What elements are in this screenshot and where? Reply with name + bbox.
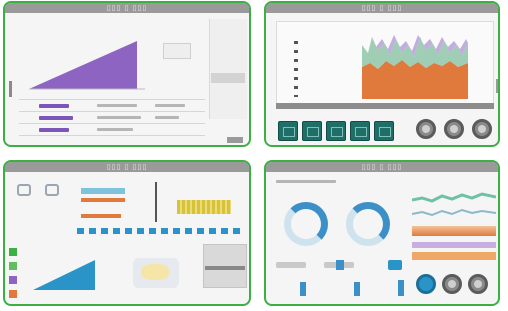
window-title: ▯▯▯ ▯ ▯▯▯ bbox=[361, 4, 403, 12]
grid-cell[interactable] bbox=[77, 228, 84, 234]
purple-band bbox=[412, 242, 496, 248]
knob-icon[interactable] bbox=[442, 274, 462, 294]
trend-line bbox=[412, 192, 496, 203]
header-strip bbox=[81, 188, 125, 194]
slider-thumb[interactable] bbox=[336, 260, 344, 270]
level-indicator bbox=[354, 282, 360, 296]
grid-cell[interactable] bbox=[221, 228, 228, 234]
grid-cell[interactable] bbox=[89, 228, 96, 234]
knob-icon[interactable] bbox=[416, 119, 436, 139]
screen-panel-top-left: ▯▯▯ ▯ ▯▯▯ bbox=[3, 1, 251, 147]
chart-scrollbar[interactable] bbox=[276, 103, 494, 109]
gauge-widget bbox=[346, 202, 390, 246]
row-text bbox=[97, 116, 141, 119]
table-row bbox=[19, 99, 205, 100]
right-sidebar bbox=[209, 19, 247, 119]
toggle-blue[interactable] bbox=[388, 260, 402, 270]
grid-cell[interactable] bbox=[185, 228, 192, 234]
yellow-bars bbox=[177, 200, 231, 214]
window-title: ▯▯▯ ▯ ▯▯▯ bbox=[106, 4, 148, 12]
row-text bbox=[97, 104, 137, 107]
table-row bbox=[19, 111, 205, 112]
status-chip-green[interactable] bbox=[9, 248, 17, 256]
status-chip-green[interactable] bbox=[9, 262, 17, 270]
grid-cell[interactable] bbox=[161, 228, 168, 234]
area-series bbox=[29, 41, 137, 89]
button-icon[interactable] bbox=[374, 121, 394, 141]
scroll-handle[interactable] bbox=[9, 81, 12, 97]
grid-cell[interactable] bbox=[209, 228, 216, 234]
knob-icon[interactable] bbox=[444, 119, 464, 139]
widget-icon[interactable] bbox=[45, 184, 59, 196]
grid-cell[interactable] bbox=[113, 228, 120, 234]
row-badge bbox=[39, 116, 73, 120]
map-shape bbox=[141, 264, 169, 280]
knob-icon[interactable] bbox=[472, 119, 492, 139]
button-icon[interactable] bbox=[326, 121, 346, 141]
grid-cell[interactable] bbox=[173, 228, 180, 234]
grid-cell[interactable] bbox=[125, 228, 132, 234]
right-edge-marker bbox=[496, 79, 498, 93]
y-axis-marks bbox=[294, 41, 298, 97]
orange-band bbox=[412, 252, 496, 260]
grid-cell[interactable] bbox=[233, 228, 240, 234]
corner-button[interactable] bbox=[227, 137, 243, 143]
vertical-divider bbox=[155, 182, 157, 222]
status-chip-purple[interactable] bbox=[9, 276, 17, 284]
header-text bbox=[276, 180, 336, 183]
stacked-area-chart bbox=[362, 35, 468, 99]
grid-cell[interactable] bbox=[137, 228, 144, 234]
screen-panel-bottom-right: ▯▯▯ ▯ ▯▯▯ bbox=[264, 160, 500, 306]
trend-line bbox=[412, 208, 496, 217]
side-panel-bar bbox=[205, 266, 245, 270]
slider-track[interactable] bbox=[276, 262, 306, 268]
sidebar-divider bbox=[211, 73, 245, 83]
knob-icon[interactable] bbox=[468, 274, 488, 294]
grid-cell[interactable] bbox=[101, 228, 108, 234]
button-icon[interactable] bbox=[278, 121, 298, 141]
blue-area-chart bbox=[33, 260, 95, 290]
header-strip bbox=[81, 198, 125, 202]
grid-cell[interactable] bbox=[197, 228, 204, 234]
purple-area-chart bbox=[29, 41, 145, 90]
status-chip-orange[interactable] bbox=[9, 290, 17, 298]
button-icon[interactable] bbox=[350, 121, 370, 141]
area-series bbox=[33, 260, 95, 290]
orange-line bbox=[81, 214, 121, 218]
window-title: ▯▯▯ ▯ ▯▯▯ bbox=[361, 163, 403, 171]
grid-cell[interactable] bbox=[149, 228, 156, 234]
row-badge bbox=[39, 128, 69, 132]
gear-icon[interactable] bbox=[416, 274, 436, 294]
screen-panel-top-right: ▯▯▯ ▯ ▯▯▯ bbox=[264, 1, 500, 147]
widget-icon[interactable] bbox=[17, 184, 31, 196]
button-icon[interactable] bbox=[302, 121, 322, 141]
window-title: ▯▯▯ ▯ ▯▯▯ bbox=[106, 163, 148, 171]
table-row bbox=[19, 135, 205, 136]
trend-chart bbox=[412, 208, 496, 217]
row-badge bbox=[39, 104, 69, 108]
row-text bbox=[155, 116, 179, 119]
row-text bbox=[155, 104, 185, 107]
legend-box bbox=[163, 43, 191, 59]
screen-panel-bottom-left: ▯▯▯ ▯ ▯▯▯ bbox=[3, 160, 251, 306]
table-row bbox=[19, 123, 205, 124]
trend-chart bbox=[412, 192, 496, 203]
level-indicator bbox=[398, 280, 404, 296]
level-indicator bbox=[300, 282, 306, 296]
orange-band bbox=[412, 226, 496, 236]
row-text bbox=[97, 128, 133, 131]
gauge-widget bbox=[284, 202, 328, 246]
